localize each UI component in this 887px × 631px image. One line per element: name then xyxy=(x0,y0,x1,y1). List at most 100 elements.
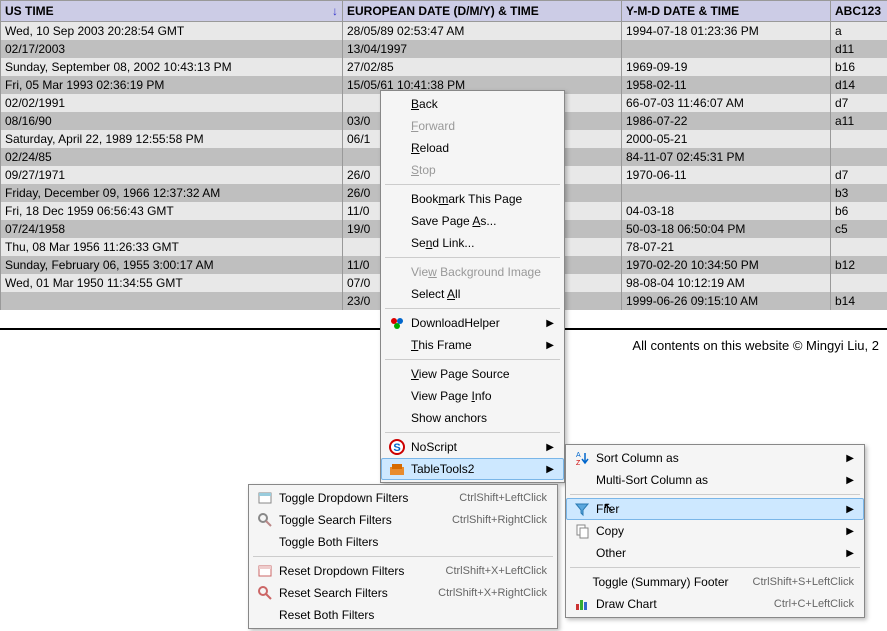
filter-submenu: Toggle Dropdown FiltersCtrlShift+LeftCli… xyxy=(248,484,558,629)
ctx-reset-search-filters[interactable]: Reset Search FiltersCtrlShift+X+RightCli… xyxy=(249,582,557,604)
table-cell: 28/05/89 02:53:47 AM xyxy=(343,22,622,41)
table-row[interactable]: Sunday, September 08, 2002 10:43:13 PM27… xyxy=(1,58,887,76)
ctx-stop: Stop xyxy=(381,159,564,181)
table-cell: Fri, 18 Dec 1959 06:56:43 GMT xyxy=(1,202,343,220)
ctx-thisframe[interactable]: This Frame▶ xyxy=(381,334,564,356)
table-cell: 66-07-03 11:46:07 AM xyxy=(622,94,831,112)
table-cell: b6 xyxy=(831,202,887,220)
table-cell xyxy=(622,184,831,202)
ctx-forward: Forward xyxy=(381,115,564,137)
multisort-icon xyxy=(572,472,592,488)
table-row[interactable]: Wed, 10 Sep 2003 20:28:54 GMT28/05/89 02… xyxy=(1,22,887,41)
ctx-bookmark[interactable]: Bookmark This Page xyxy=(381,188,564,210)
ctx-savepageas[interactable]: Save Page As... xyxy=(381,210,564,232)
filter-icon xyxy=(572,501,592,517)
search-icon xyxy=(255,512,275,528)
table-cell: 02/02/1991 xyxy=(1,94,343,112)
other-icon xyxy=(572,545,592,561)
bookmark-icon xyxy=(387,191,407,207)
ctx-reset-both-filters[interactable]: Reset Both Filters xyxy=(249,604,557,626)
table-cell: Wed, 01 Mar 1950 11:34:55 GMT xyxy=(1,274,343,292)
separator xyxy=(570,494,860,495)
table-cell: 1958-02-11 xyxy=(622,76,831,94)
reset-dropdown-icon xyxy=(255,563,275,579)
table-cell: d7 xyxy=(831,166,887,184)
ctx-label2: ack xyxy=(419,97,438,111)
anchor-icon xyxy=(387,410,407,426)
table-cell: Wed, 10 Sep 2003 20:28:54 GMT xyxy=(1,22,343,41)
ctx-viewbg: View Background Image xyxy=(381,261,564,283)
ctx-other[interactable]: Other▶ xyxy=(566,542,864,564)
table-cell: d14 xyxy=(831,76,887,94)
table-cell: d11 xyxy=(831,40,887,58)
header-label: EUROPEAN DATE (D/M/Y) & TIME xyxy=(347,4,539,18)
table-cell: 27/02/85 xyxy=(343,58,622,76)
separator xyxy=(385,359,560,360)
table-cell xyxy=(1,292,343,310)
table-cell: c5 xyxy=(831,220,887,238)
back-icon xyxy=(387,96,407,112)
ctx-copy[interactable]: Copy▶ xyxy=(566,520,864,542)
reload-icon xyxy=(387,140,407,156)
col-abc123[interactable]: ABC123 xyxy=(831,1,887,22)
ctx-multisort[interactable]: Multi-Sort Column as▶ xyxy=(566,469,864,491)
table-cell xyxy=(831,130,887,148)
submenu-arrow-icon: ▶ xyxy=(846,504,854,515)
header-label: US TIME xyxy=(5,4,54,18)
ctx-back[interactable]: Back xyxy=(381,93,564,115)
ctx-filter[interactable]: Fil↖er▶ xyxy=(566,498,864,520)
image-icon xyxy=(387,264,407,280)
submenu-arrow-icon: ▶ xyxy=(846,453,854,464)
ctx-sendlink[interactable]: Send Link... xyxy=(381,232,564,254)
table-cell: 04-03-18 xyxy=(622,202,831,220)
col-us-time[interactable]: US TIME ↓ xyxy=(1,1,343,22)
ctx-sortcol[interactable]: AZ Sort Column as▶ xyxy=(566,447,864,469)
submenu-arrow-icon: ▶ xyxy=(546,340,554,351)
info-icon xyxy=(387,388,407,404)
table-cell: 1970-02-20 10:34:50 PM xyxy=(622,256,831,274)
svg-text:A: A xyxy=(576,452,581,459)
table-cell xyxy=(831,238,887,256)
table-cell: 1969-09-19 xyxy=(622,58,831,76)
context-menu: Back Forward Reload Stop Bookmark This P… xyxy=(380,90,565,483)
ctx-toggle-search-filters[interactable]: Toggle Search FiltersCtrlShift+RightClic… xyxy=(249,509,557,531)
table-cell: 84-11-07 02:45:31 PM xyxy=(622,148,831,166)
ctx-viewsrc[interactable]: View Page Source xyxy=(381,363,564,385)
ctx-drawchart[interactable]: Draw ChartCtrl+C+LeftClick xyxy=(566,593,864,615)
sort-down-icon: ↓ xyxy=(332,4,338,18)
col-euro-date[interactable]: EUROPEAN DATE (D/M/Y) & TIME xyxy=(343,1,622,22)
col-ymd-date[interactable]: Y-M-D DATE & TIME xyxy=(622,1,831,22)
reset-both-icon xyxy=(255,607,275,623)
ctx-toggle-both-filters[interactable]: Toggle Both Filters xyxy=(249,531,557,553)
save-icon xyxy=(387,213,407,229)
ctx-anchors[interactable]: Show anchors xyxy=(381,407,564,429)
ctx-dlhelper[interactable]: DownloadHelper▶ xyxy=(381,312,564,334)
ctx-viewinfo[interactable]: View Page Info xyxy=(381,385,564,407)
ctx-noscript[interactable]: S NoScript▶ xyxy=(381,436,564,458)
table-cell: b12 xyxy=(831,256,887,274)
table-cell xyxy=(622,40,831,58)
header-label: Y-M-D DATE & TIME xyxy=(626,4,739,18)
ctx-reload[interactable]: Reload xyxy=(381,137,564,159)
table-cell: 07/24/1958 xyxy=(1,220,343,238)
table-cell: d7 xyxy=(831,94,887,112)
ctx-reset-dropdown-filters[interactable]: Reset Dropdown FiltersCtrlShift+X+LeftCl… xyxy=(249,560,557,582)
header-label: ABC123 xyxy=(835,4,881,18)
separator xyxy=(385,257,560,258)
ctx-toggle-dropdown-filters[interactable]: Toggle Dropdown FiltersCtrlShift+LeftCli… xyxy=(249,487,557,509)
ctx-togglefooter[interactable]: Toggle (Summary) FooterCtrlShift+S+LeftC… xyxy=(566,571,864,593)
table-cell: 02/17/2003 xyxy=(1,40,343,58)
svg-text:Z: Z xyxy=(576,460,581,466)
table-cell: 13/04/1997 xyxy=(343,40,622,58)
table-cell: Sunday, February 06, 1955 3:00:17 AM xyxy=(1,256,343,274)
ctx-tabletools[interactable]: TableTools2▶ xyxy=(381,458,564,480)
ctx-selectall[interactable]: Select All xyxy=(381,283,564,305)
table-cell: Thu, 08 Mar 1956 11:26:33 GMT xyxy=(1,238,343,256)
table-cell: 50-03-18 06:50:04 PM xyxy=(622,220,831,238)
submenu-arrow-icon: ▶ xyxy=(546,464,554,475)
separator xyxy=(570,567,860,568)
table-cell: 02/24/85 xyxy=(1,148,343,166)
table-row[interactable]: 02/17/200313/04/1997 d11 xyxy=(1,40,887,58)
submenu-arrow-icon: ▶ xyxy=(546,318,554,329)
table-cell: Saturday, April 22, 1989 12:55:58 PM xyxy=(1,130,343,148)
